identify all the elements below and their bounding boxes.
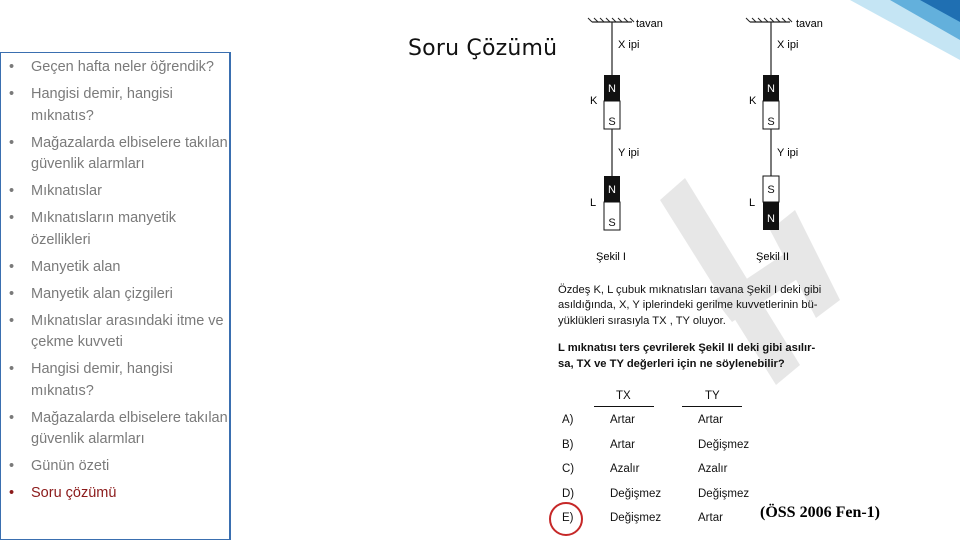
question-line: Özdeş K, L çubuk mıknatısları tavana Şek…	[558, 284, 822, 296]
k-label: K	[590, 95, 598, 107]
option-letter[interactable]: D)	[562, 488, 574, 500]
k-label: K	[749, 95, 757, 107]
option-ty: Artar	[698, 414, 723, 426]
figure-1-caption: Şekil I	[596, 251, 626, 263]
north-pole: N	[767, 83, 775, 95]
bullet-icon: •	[9, 409, 15, 426]
x-rope-label: X ipi	[618, 39, 639, 51]
sidebar-item-label: Mağazalarda elbiselere takılan güvenlik …	[31, 409, 228, 448]
ceiling-label: tavan	[636, 18, 663, 30]
sidebar-item[interactable]: • Hangisi demir, hangisi mıknatıs?	[1, 359, 229, 402]
sidebar-item-label: Geçen hafta neler öğrendik?	[31, 59, 214, 75]
sidebar-item-label: Mıknatısların manyetik özellikleri	[31, 210, 177, 248]
bullet-icon: •	[9, 485, 15, 501]
sidebar-item-label: Mağazalarda elbiselere takılan güvenlik …	[31, 134, 228, 173]
sidebar-item[interactable]: • Mıknatısların manyetik özellikleri	[1, 208, 229, 251]
sidebar-item[interactable]: • Manyetik alan çizgileri	[1, 284, 229, 306]
north-pole: N	[608, 184, 616, 196]
bullet-icon: •	[9, 210, 15, 226]
option-ty: Artar	[698, 512, 723, 524]
bullet-icon: •	[9, 312, 15, 329]
sidebar-item-label: Hangisi demir, hangisi mıknatıs?	[31, 361, 173, 399]
option-ty: Değişmez	[698, 488, 750, 500]
figure-1: tavan X ipi N S K Y ipi N S L Şekil I	[587, 17, 663, 263]
answer-circle-icon	[549, 502, 583, 536]
south-pole: S	[608, 116, 615, 128]
sidebar-item[interactable]: • Hangisi demir, hangisi mıknatıs?	[1, 84, 229, 127]
source-citation: (ÖSS 2006 Fen-1)	[760, 504, 880, 521]
bullet-icon: •	[9, 183, 15, 199]
figure-2-caption: Şekil II	[756, 251, 789, 263]
sidebar-item-label: Mıknatıslar arasındaki itme ve çekme kuv…	[31, 312, 224, 351]
question-line: yüklükleri sırasıyla TX , TY oluyor.	[558, 315, 726, 327]
option-letter[interactable]: A)	[562, 414, 574, 426]
bullet-icon: •	[9, 86, 15, 102]
sidebar-item[interactable]: • Günün özeti	[1, 456, 229, 478]
sidebar-item[interactable]: • Mıknatıslar	[1, 181, 229, 203]
bullet-icon: •	[9, 59, 15, 75]
column-header-ty: TY	[705, 390, 720, 402]
south-pole: S	[608, 217, 615, 229]
sidebar-item-active[interactable]: • Soru çözümü	[1, 483, 229, 505]
ceiling-label: tavan	[796, 18, 823, 30]
north-pole: N	[608, 83, 616, 95]
bullet-icon: •	[9, 258, 15, 275]
question-line: L mıknatısı ters çevrilerek Şekil II dek…	[558, 342, 816, 354]
option-tx: Değişmez	[610, 488, 662, 500]
option-tx: Azalır	[610, 463, 640, 475]
l-label: L	[590, 197, 596, 209]
slide-title: Soru Çözümü	[408, 36, 558, 61]
sidebar-item[interactable]: • Geçen hafta neler öğrendik?	[1, 57, 229, 79]
sidebar-item-label: Soru çözümü	[31, 485, 117, 501]
sidebar-item-label: Hangisi demir, hangisi mıknatıs?	[31, 86, 173, 124]
column-header-tx: TX	[616, 390, 631, 402]
south-pole: S	[767, 116, 774, 128]
north-pole: N	[767, 213, 775, 225]
l-label: L	[749, 197, 755, 209]
question-line: sa, TX ve TY değerleri için ne söylenebi…	[558, 358, 785, 370]
south-pole: S	[767, 184, 774, 196]
bullet-icon: •	[9, 134, 15, 151]
option-tx: Değişmez	[610, 512, 662, 524]
sidebar: • Geçen hafta neler öğrendik? • Hangisi de…	[0, 52, 231, 540]
option-letter[interactable]: C)	[562, 463, 574, 475]
sidebar-item-label: Manyetik alan çizgileri	[31, 285, 173, 302]
column-rule	[682, 406, 742, 407]
sidebar-item-label: Mıknatıslar	[31, 183, 102, 199]
option-letter[interactable]: B)	[562, 439, 574, 451]
option-tx: Artar	[610, 439, 635, 451]
bullet-icon: •	[9, 285, 15, 302]
magnet-figure: tavan X ipi N S K Y ipi N S L Şekil I ta…	[587, 17, 840, 385]
sidebar-item[interactable]: • Mıknatıslar arasındaki itme ve çekme ku…	[1, 311, 229, 354]
sidebar-item-label: Günün özeti	[31, 458, 110, 474]
bullet-icon: •	[9, 361, 15, 377]
question-line: asıldığında, X, Y iplerindeki gerilme ku…	[558, 299, 818, 311]
option-tx: Artar	[610, 414, 635, 426]
bullet-icon: •	[9, 458, 15, 474]
y-rope-label: Y ipi	[618, 147, 639, 159]
sidebar-item[interactable]: • Mağazalarda elbiselere takılan güvenlik…	[1, 408, 229, 451]
sidebar-item[interactable]: • Manyetik alan	[1, 257, 229, 279]
option-ty: Değişmez	[698, 439, 750, 451]
y-rope-label: Y ipi	[777, 147, 798, 159]
x-rope-label: X ipi	[777, 39, 798, 51]
sidebar-item-label: Manyetik alan	[31, 258, 121, 275]
sidebar-item[interactable]: • Mağazalarda elbiselere takılan güvenlik…	[1, 133, 229, 176]
column-rule	[594, 406, 654, 407]
option-ty: Azalır	[698, 463, 728, 475]
